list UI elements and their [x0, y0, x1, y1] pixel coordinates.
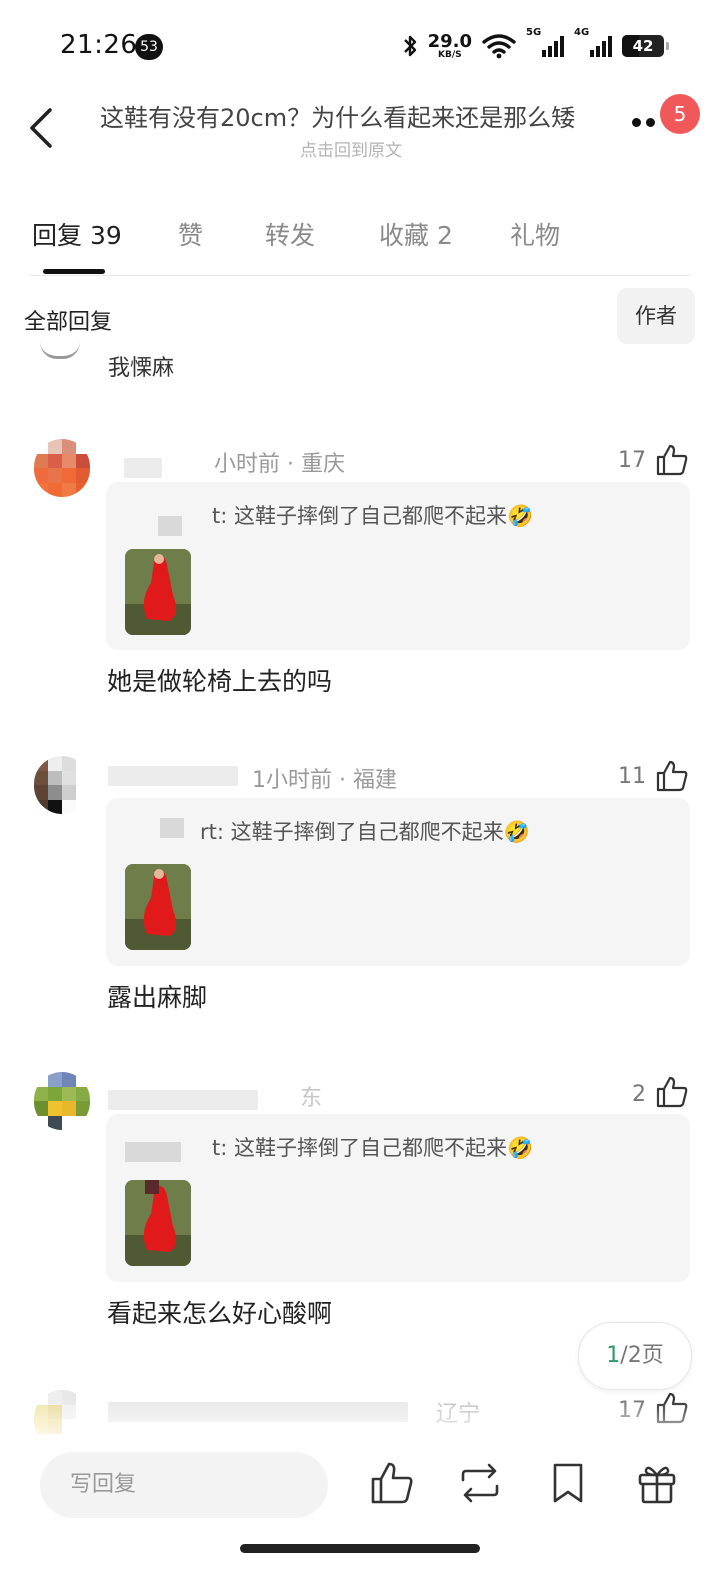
notification-count-badge: 53	[135, 34, 163, 60]
page-indicator[interactable]: 1/2页	[578, 1322, 692, 1390]
wifi-icon	[482, 34, 516, 59]
avatar[interactable]	[34, 1072, 90, 1130]
quoted-username-blurred	[158, 516, 182, 536]
avatar[interactable]	[40, 342, 80, 359]
author-filter-button[interactable]: 作者	[617, 288, 695, 344]
quoted-text: t: 这鞋子摔倒了自己都爬不起来🤣	[212, 1136, 534, 1160]
active-tab-indicator	[43, 269, 105, 274]
thumbs-up-icon[interactable]	[655, 443, 689, 477]
bookmark-icon[interactable]	[545, 1460, 591, 1506]
status-icons: 29.0 KB/S 5G 4G 42	[402, 27, 669, 62]
battery-icon: 42	[622, 35, 669, 57]
quoted-image[interactable]	[125, 864, 191, 950]
network-speed-value: 29.0	[427, 30, 472, 52]
thumbs-up-icon[interactable]	[655, 1075, 689, 1109]
back-arrow-icon[interactable]	[22, 100, 66, 156]
username-blurred[interactable]	[108, 766, 238, 786]
quoted-username-blurred	[125, 1142, 181, 1162]
reply-text: 露出麻脚	[107, 983, 208, 1012]
cellular-4g-signal-icon: 4G	[574, 27, 612, 57]
status-time: 21:26	[60, 30, 138, 60]
comment-meta: 小时前 · 重庆	[214, 452, 345, 477]
username-blurred[interactable]	[124, 458, 162, 478]
gift-icon[interactable]	[634, 1460, 680, 1506]
tab-divider	[30, 275, 690, 276]
bluetooth-icon	[403, 35, 416, 57]
more-options-button[interactable]	[632, 118, 655, 127]
quoted-username-blurred	[160, 818, 184, 838]
username-blurred[interactable]	[108, 1090, 258, 1110]
cellular-5g-signal-icon: 5G	[526, 27, 564, 57]
current-page: 1	[606, 1343, 621, 1368]
tab-gifts[interactable]: 礼物	[510, 216, 560, 252]
repost-icon[interactable]	[457, 1460, 503, 1506]
cellular-4g-label: 4G	[574, 27, 590, 38]
back-to-post-link[interactable]: 点击回到原文	[300, 136, 402, 161]
tab-reposts[interactable]: 转发	[265, 216, 315, 252]
comment-meta: 1小时前 · 福建	[252, 768, 397, 793]
like-count: 2	[632, 1082, 646, 1107]
quoted-text: t: 这鞋子摔倒了自己都爬不起来🤣	[212, 504, 534, 528]
total-pages: /2页	[620, 1343, 664, 1368]
battery-level: 42	[632, 37, 654, 55]
like-icon[interactable]	[369, 1460, 415, 1506]
like-count: 11	[618, 764, 646, 789]
more-dot-icon	[646, 118, 655, 127]
tab-likes[interactable]: 赞	[178, 216, 203, 252]
reply-text: 看起来怎么好心酸啊	[107, 1299, 333, 1328]
tab-replies[interactable]: 回复 39	[32, 216, 122, 252]
quoted-image[interactable]	[125, 1180, 191, 1266]
reply-input[interactable]: 写回复	[40, 1452, 328, 1518]
like-count: 17	[618, 448, 646, 473]
avatar[interactable]	[34, 756, 90, 814]
more-dot-icon	[632, 118, 641, 127]
tab-favorites[interactable]: 收藏 2	[379, 216, 453, 252]
unread-badge[interactable]: 5	[660, 94, 700, 134]
comment-meta: 东	[300, 1086, 323, 1111]
reply-text: 她是做轮椅上去的吗	[107, 667, 333, 696]
thumbs-up-icon[interactable]	[655, 759, 689, 793]
home-indicator[interactable]	[240, 1544, 480, 1553]
quoted-image[interactable]	[125, 549, 191, 635]
all-replies-filter[interactable]: 全部回复	[24, 304, 112, 336]
network-speed-unit: KB/S	[437, 49, 462, 60]
quoted-text: rt: 这鞋子摔倒了自己都爬不起来🤣	[200, 820, 530, 844]
reply-text: 我慄麻	[108, 356, 175, 381]
avatar[interactable]	[34, 439, 90, 497]
post-title[interactable]: 这鞋有没有20cm？为什么看起来还是那么矮	[100, 98, 575, 133]
network-speed: 29.0 KB/S	[427, 30, 472, 60]
cellular-5g-label: 5G	[526, 27, 542, 38]
